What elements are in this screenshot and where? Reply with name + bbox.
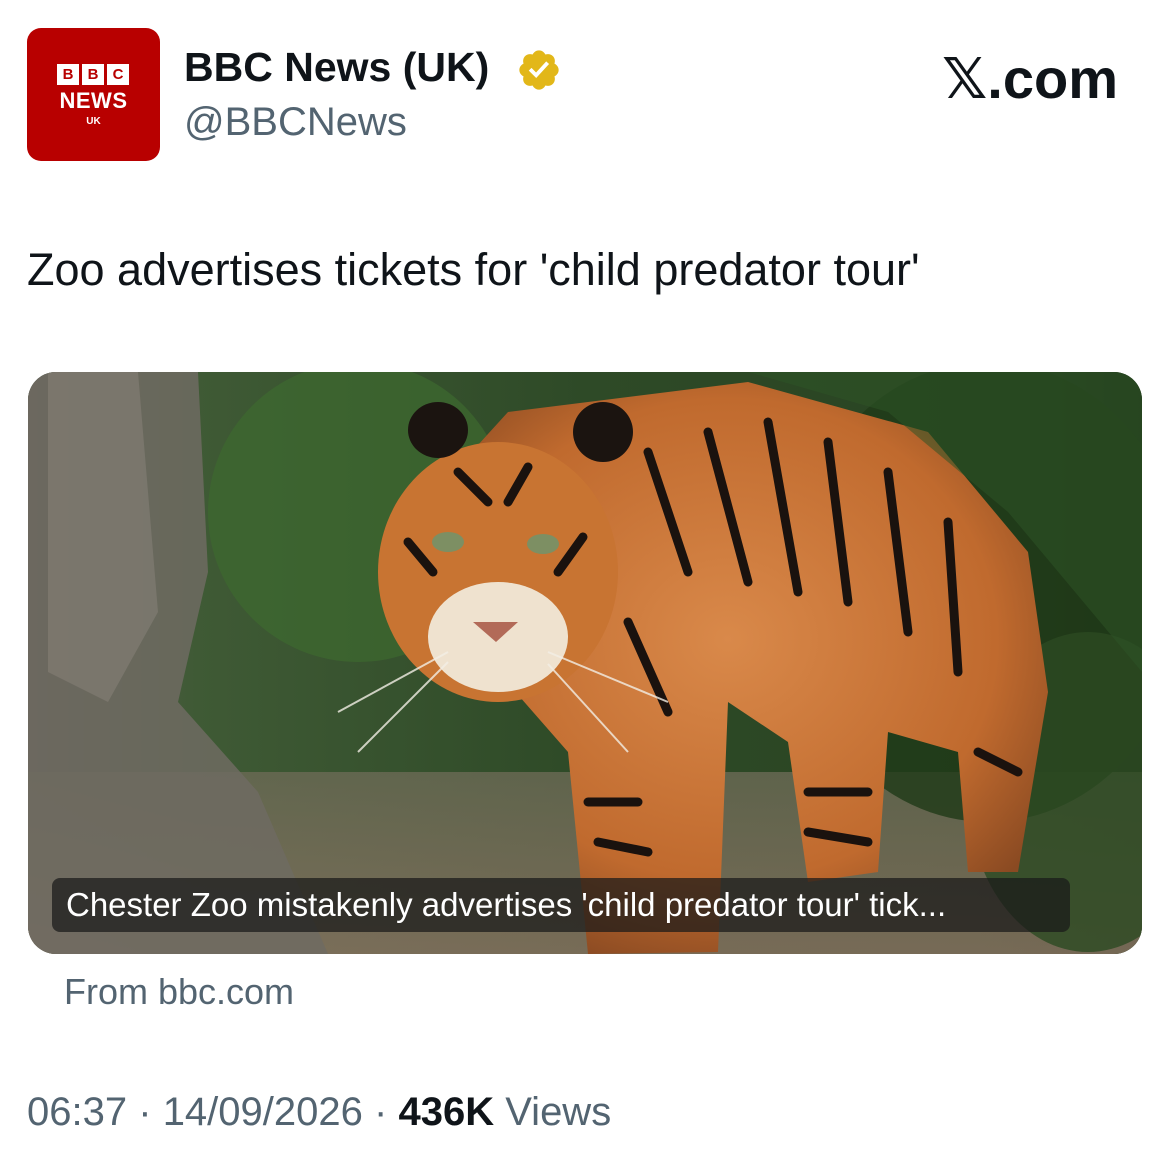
bbc-news-avatar[interactable]: B B C NEWS UK	[27, 28, 160, 161]
display-name[interactable]: BBC News (UK)	[184, 42, 489, 92]
avatar-region-label: UK	[86, 116, 101, 127]
views-label: Views	[505, 1090, 612, 1134]
avatar-news-label: NEWS	[59, 88, 128, 113]
tweet-date[interactable]: 14/09/2026	[163, 1090, 363, 1134]
link-card[interactable]	[28, 372, 1142, 954]
tweet-time[interactable]: 06:37	[27, 1090, 127, 1134]
card-caption[interactable]: Chester Zoo mistakenly advertises 'child…	[66, 880, 946, 930]
views-count[interactable]: 436K	[398, 1090, 494, 1134]
meta-separator: ·	[374, 1090, 388, 1134]
tweet-meta: 06:37 · 14/09/2026 · 436K Views	[27, 1086, 611, 1138]
card-source[interactable]: From bbc.com	[64, 968, 294, 1016]
x-com-watermark: 𝕏.com	[942, 47, 1118, 110]
tweet-text: Zoo advertises tickets for 'child predat…	[27, 244, 920, 295]
tweet-screenshot: B B C NEWS UK BBC News (UK) @BBCNews 𝕏.c…	[0, 0, 1170, 1170]
bbc-logo-block: B	[82, 64, 104, 85]
verified-badge-icon	[519, 50, 559, 90]
bbc-logo-block: C	[107, 64, 129, 85]
bbc-logo-block: B	[57, 64, 79, 85]
bbc-logo: B B C	[57, 64, 129, 85]
user-handle[interactable]: @BBCNews	[184, 98, 407, 146]
meta-separator: ·	[138, 1090, 152, 1134]
tiger-photo	[28, 372, 1142, 954]
